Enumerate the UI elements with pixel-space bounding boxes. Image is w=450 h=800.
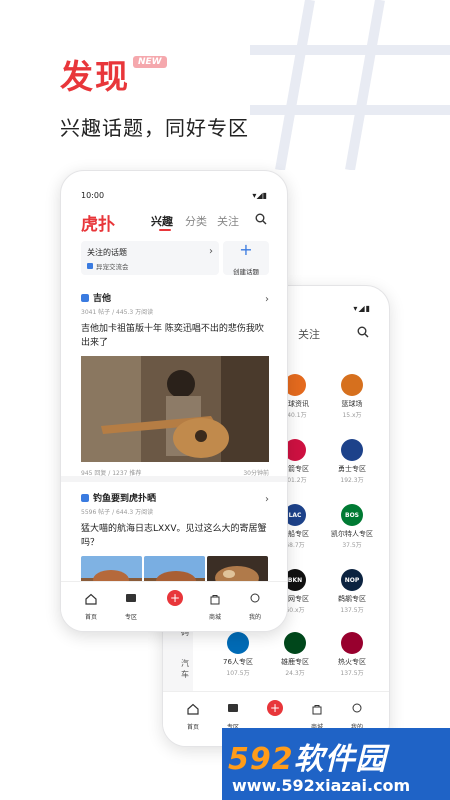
tab-zone[interactable]: 专区	[113, 590, 149, 621]
status-icons: ▾◢▮	[353, 304, 371, 313]
search-icon[interactable]	[357, 326, 369, 338]
tab-mall[interactable]: 商城	[197, 590, 233, 621]
zone-icon	[126, 594, 136, 602]
followed-topics-title: 关注的话题	[87, 248, 127, 257]
tab-follow[interactable]: 关注	[217, 213, 239, 229]
chevron-right-icon: ›	[265, 494, 269, 505]
team-logo-icon	[341, 439, 363, 461]
tab-follow[interactable]: 关注	[298, 326, 320, 342]
community-item[interactable]: 热火专区 137.5万	[325, 632, 379, 677]
tab-mall[interactable]: 商城	[299, 700, 335, 731]
search-icon[interactable]	[255, 213, 267, 225]
zone-icon	[228, 704, 238, 712]
post-button[interactable]: +	[267, 700, 283, 716]
team-logo-icon	[284, 632, 306, 654]
tab-zone[interactable]: 专区	[215, 700, 251, 731]
post-meta: 3041 帖子 / 445.3 万阅读	[81, 309, 154, 316]
status-icons: ▾◢▮	[252, 191, 267, 200]
team-logo-icon: NOP	[341, 569, 363, 591]
team-logo-icon: BOS	[341, 504, 363, 526]
team-logo-icon	[341, 374, 363, 396]
active-tab-indicator	[159, 229, 171, 231]
app-logo: 虎扑	[81, 215, 115, 235]
team-logo-icon	[341, 632, 363, 654]
bag-icon	[312, 705, 322, 715]
post-image[interactable]	[81, 356, 269, 462]
community-item[interactable]: NOP 鹈鹕专区 137.5万	[325, 569, 379, 614]
site-watermark: 592软件园 www.592xiazai.com	[222, 728, 450, 800]
front-phone: 10:00 ▾◢▮ 虎扑 兴趣 分类 关注 关注的话题 异宠交流会 › + 创建…	[60, 170, 288, 632]
topic-icon	[81, 293, 89, 302]
category-item[interactable]: 汽车	[163, 658, 193, 680]
post-topic[interactable]: 吉他	[81, 291, 269, 304]
tab-interest[interactable]: 兴趣	[151, 213, 173, 229]
hash-watermark-graphic	[250, 0, 450, 170]
post-button[interactable]: +	[167, 590, 183, 606]
plus-icon: +	[239, 240, 253, 259]
user-icon	[352, 703, 362, 713]
home-icon	[187, 703, 199, 715]
tab-home[interactable]: 首页	[73, 590, 109, 621]
create-topic-label: 创建话题	[233, 268, 259, 276]
header: 发现 NEW 兴趣话题，同好专区	[60, 50, 249, 141]
page-title: 发现	[60, 57, 130, 96]
chevron-right-icon: ›	[265, 294, 269, 305]
community-item[interactable]: 勇士专区 192.3万	[325, 439, 379, 484]
page-subtitle: 兴趣话题，同好专区	[60, 116, 249, 140]
status-time: 10:00	[81, 191, 105, 200]
post-card[interactable]: 吉他 3041 帖子 / 445.3 万阅读 › 吉他加卡祖笛版十年 陈奕迅唱不…	[81, 291, 269, 477]
bottom-tabbar: 首页 专区 + 商城 我的	[61, 581, 287, 631]
team-logo-icon	[227, 632, 249, 654]
divider	[61, 476, 287, 482]
home-icon	[85, 593, 97, 605]
bag-icon	[210, 595, 220, 605]
followed-topics-card[interactable]: 关注的话题 异宠交流会 ›	[81, 241, 219, 275]
community-item[interactable]: 篮球场 15.x万	[325, 374, 379, 419]
status-bar: 10:00 ▾◢▮	[81, 191, 267, 200]
top-nav: 虎扑 兴趣 分类 关注	[81, 211, 267, 235]
community-item[interactable]: 76人专区 107.5万	[211, 632, 265, 677]
tab-home[interactable]: 首页	[175, 700, 211, 731]
tab-me[interactable]: 我的	[237, 590, 273, 621]
community-item[interactable]: BOS 凯尔特人专区 37.5万	[325, 504, 379, 549]
watermark-url: www.592xiazai.com	[232, 776, 411, 795]
tab-me[interactable]: 我的	[339, 700, 375, 731]
watermark-brand: 592软件园	[228, 742, 387, 777]
guitar-player-photo	[81, 356, 269, 462]
chevron-right-icon: ›	[209, 246, 213, 257]
post-text: 吉他加卡祖笛版十年 陈奕迅唱不出的悲伤我吹出来了	[81, 324, 264, 348]
post-text: 猛大喵的航海日志LXXV。见过这么大的寄居蟹吗？	[81, 524, 267, 548]
user-icon	[250, 593, 260, 603]
post-topic[interactable]: 钓鱼要到虎扑晒	[81, 491, 269, 504]
topic-icon	[81, 493, 89, 502]
topic-icon	[87, 263, 93, 269]
new-badge: NEW	[133, 56, 167, 68]
community-item[interactable]: 雄鹿专区 24.3万	[268, 632, 322, 677]
create-topic-button[interactable]: + 创建话题	[223, 240, 269, 276]
followed-topic-item: 异宠交流会	[87, 261, 129, 271]
tab-category[interactable]: 分类	[185, 213, 207, 229]
post-meta: 5596 帖子 / 644.3 万阅读	[81, 509, 154, 516]
